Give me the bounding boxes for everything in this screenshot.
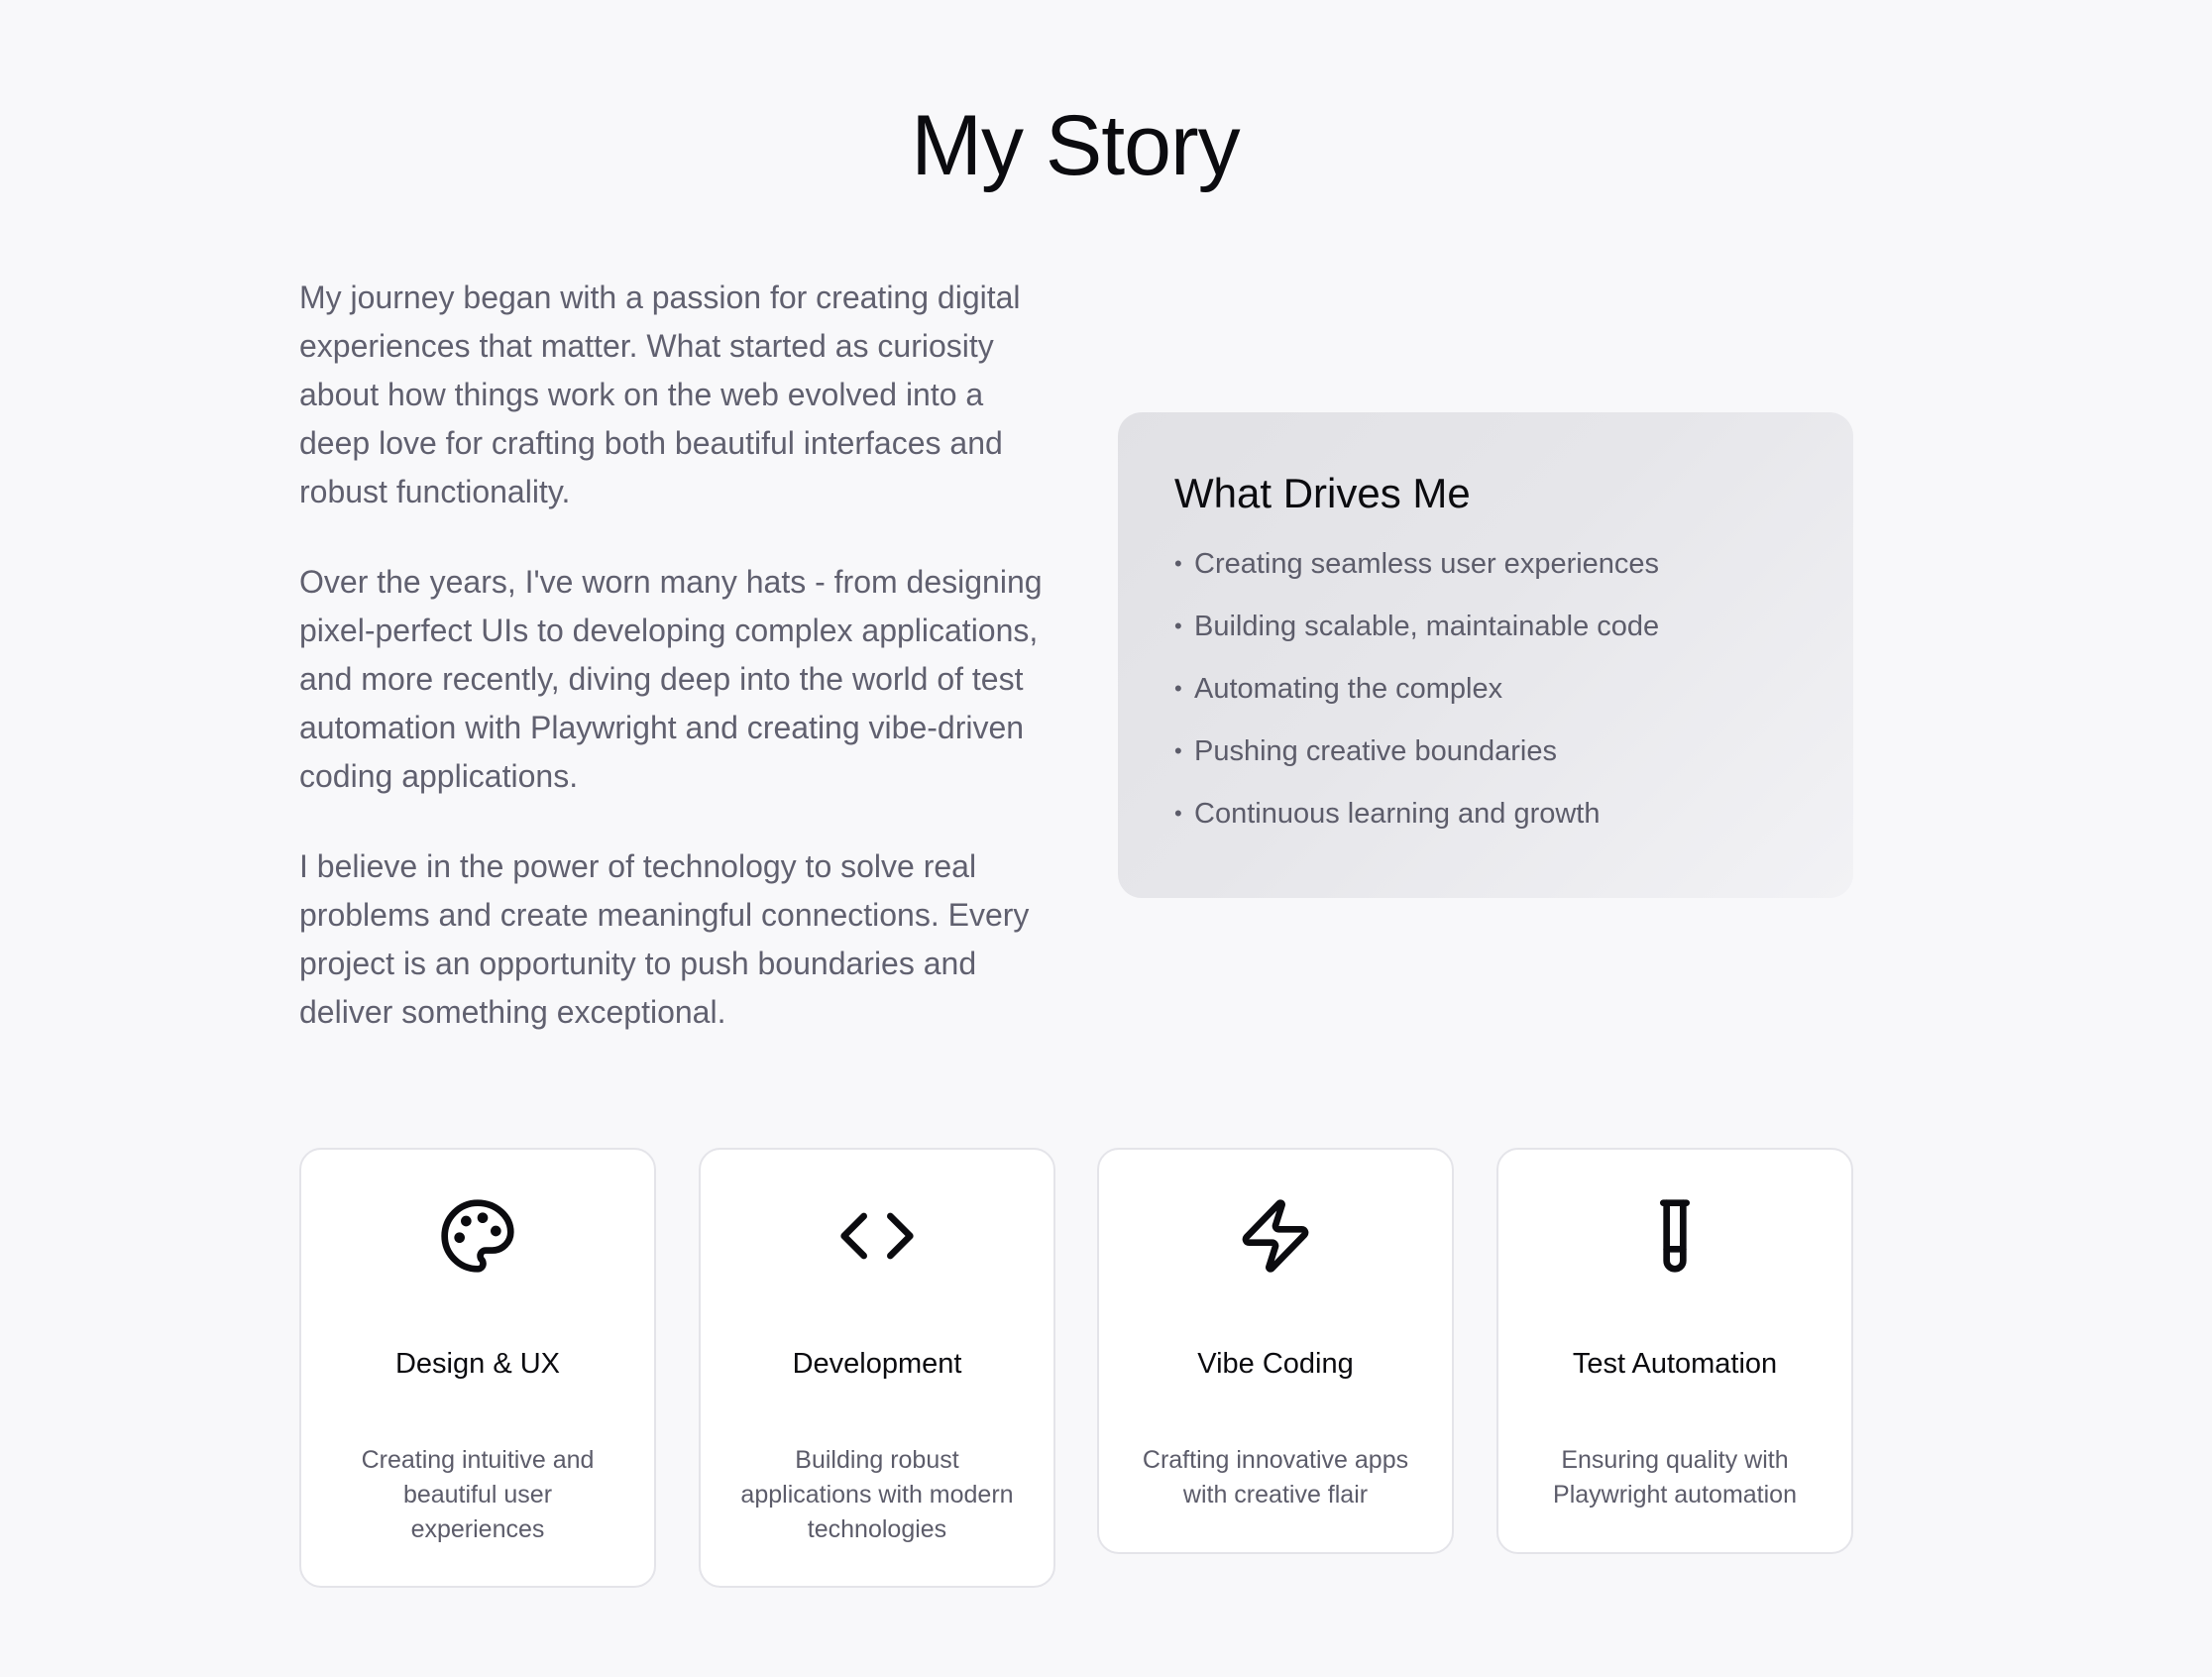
- page-title: My Story: [911, 98, 1240, 193]
- bullet: •: [1174, 614, 1182, 638]
- skill-card-vibe-coding: Vibe Coding Crafting innovative apps wit…: [1097, 1148, 1454, 1554]
- about-section: My Story My journey began with a passion…: [0, 0, 2212, 1677]
- story-text: My journey began with a passion for crea…: [299, 274, 1052, 1078]
- list-item: • Creating seamless user experiences: [1174, 545, 1798, 583]
- card-title: Development: [792, 1348, 962, 1380]
- bullet: •: [1174, 738, 1182, 763]
- code-icon: [840, 1212, 914, 1260]
- story-paragraph: Over the years, I've worn many hats - fr…: [299, 564, 1043, 794]
- drives-list: • Creating seamless user experiences • Bui…: [1174, 545, 1798, 833]
- story-paragraph: I believe in the power of technology to …: [299, 848, 1030, 1030]
- panel-title: What Drives Me: [1174, 470, 1471, 516]
- list-item-label: Continuous learning and growth: [1194, 798, 1601, 830]
- lightning-icon: [1242, 1199, 1309, 1273]
- list-item: • Automating the complex: [1174, 670, 1798, 708]
- test-tube-icon: [1660, 1199, 1690, 1273]
- bullet: •: [1174, 801, 1182, 826]
- list-item: • Building scalable, maintainable code: [1174, 608, 1798, 645]
- card-title: Design & UX: [394, 1348, 560, 1380]
- card-title: Vibe Coding: [1197, 1348, 1354, 1380]
- skill-card-test-automation: Test Automation Ensuring quality with Pl…: [1496, 1148, 1853, 1554]
- list-item: • Pushing creative boundaries: [1174, 732, 1798, 770]
- list-item-label: Automating the complex: [1194, 673, 1503, 705]
- list-item-label: Building scalable, maintainable code: [1194, 611, 1660, 642]
- story-paragraph: My journey began with a passion for crea…: [299, 280, 1021, 509]
- card-description: Creating intuitive and beautiful user ex…: [361, 1446, 595, 1543]
- skill-card-development: Development Building robust applications…: [699, 1148, 1055, 1588]
- card-description: Ensuring quality with Playwright automat…: [1553, 1446, 1797, 1509]
- card-description: Crafting innovative apps with creative f…: [1142, 1446, 1409, 1509]
- list-item-label: Pushing creative boundaries: [1194, 735, 1557, 767]
- list-item-label: Creating seamless user experiences: [1194, 548, 1660, 580]
- list-item: • Continuous learning and growth: [1174, 795, 1798, 833]
- what-drives-me-panel: What Drives Me • Creating seamless user e…: [1118, 412, 1853, 898]
- card-title: Test Automation: [1572, 1348, 1778, 1380]
- palette-icon: [441, 1199, 514, 1273]
- bullet: •: [1174, 551, 1182, 576]
- bullet: •: [1174, 676, 1182, 701]
- skill-card-design: Design & UX Creating intuitive and beaut…: [299, 1148, 656, 1588]
- card-description: Building robust applications with modern…: [740, 1446, 1014, 1543]
